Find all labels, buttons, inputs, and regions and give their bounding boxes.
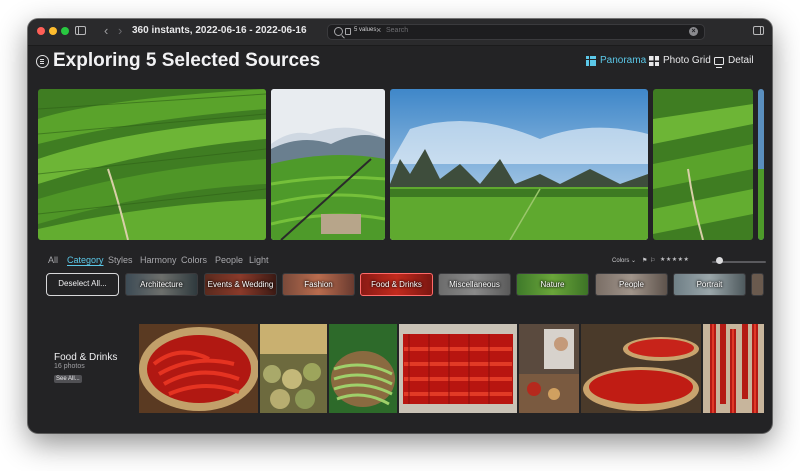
flag-icon[interactable]: ⚑ — [642, 257, 647, 264]
chip-architecture[interactable]: Architecture — [125, 273, 198, 296]
see-all-button[interactable]: See All... — [54, 375, 82, 383]
close-window-button[interactable] — [37, 27, 45, 35]
app-window: ‹ › 360 instants, 2022-06-16 - 2022-06-1… — [28, 19, 772, 433]
filter-tab-people[interactable]: People — [215, 255, 243, 265]
panorama-photo-terraces-2[interactable] — [271, 89, 385, 240]
photo-market-vendor[interactable] — [519, 324, 579, 413]
chevron-down-icon: ⌄ — [631, 258, 637, 264]
colors-dropdown-label: Colors — [612, 258, 630, 264]
minimize-window-button[interactable] — [49, 27, 57, 35]
window-title: 360 instants, 2022-06-16 - 2022-06-16 — [132, 25, 307, 36]
view-panorama-label: Panorama — [600, 55, 647, 66]
group-title: Food & Drinks — [54, 352, 118, 363]
filter-tab-colors[interactable]: Colors — [181, 255, 207, 265]
photo-green-beans[interactable] — [329, 324, 397, 413]
menu-icon[interactable] — [36, 55, 49, 68]
chip-partial[interactable] — [751, 273, 764, 296]
clear-search-icon[interactable]: × — [689, 27, 698, 36]
chip-miscellaneous[interactable]: Miscellaneous — [438, 273, 511, 296]
photo-chili-tray[interactable] — [399, 324, 517, 413]
rating-stars[interactable]: ★★★★★ — [660, 256, 689, 263]
panorama-photo-terraces-1[interactable] — [38, 89, 266, 240]
sidebar-toggle-icon[interactable] — [75, 26, 86, 35]
chip-label: Events & Wedding — [207, 280, 274, 289]
title-bar: ‹ › 360 instants, 2022-06-16 - 2022-06-1… — [28, 19, 772, 46]
chip-label: Fashion — [304, 280, 333, 289]
chip-nature[interactable]: Nature — [516, 273, 589, 296]
photo-chili-baskets[interactable] — [581, 324, 701, 413]
chip-label: Portrait — [696, 280, 723, 289]
reject-flag-icon[interactable]: ⚐ — [650, 257, 655, 264]
chip-label: People — [619, 280, 644, 289]
search-icon — [334, 27, 343, 36]
photo-fruit-market[interactable] — [260, 324, 327, 413]
filter-tab-harmony[interactable]: Harmony — [140, 255, 177, 265]
panorama-photo-partial[interactable] — [758, 89, 764, 240]
chip-fashion[interactable]: Fashion — [282, 273, 355, 296]
page-title: Exploring 5 Selected Sources — [53, 50, 321, 71]
chip-portrait[interactable]: Portrait — [673, 273, 746, 296]
filter-tab-light[interactable]: Light — [249, 255, 269, 265]
filter-tab-category[interactable]: Category — [67, 255, 104, 265]
source-token-icon — [345, 28, 351, 35]
panorama-icon — [586, 56, 596, 66]
zoom-window-button[interactable] — [61, 27, 69, 35]
chip-label: Nature — [540, 280, 565, 289]
chip-food-drinks[interactable]: Food & Drinks — [360, 273, 433, 296]
view-photo-grid-label: Photo Grid — [663, 55, 711, 66]
panorama-photo-karst-field[interactable] — [390, 89, 648, 240]
photo-hanging-chilies[interactable] — [703, 324, 764, 413]
remove-token-icon[interactable]: × — [376, 25, 381, 35]
back-chevron-icon[interactable]: ‹ — [104, 23, 108, 39]
search-bar[interactable]: 5 values × Search × — [327, 24, 705, 40]
search-input-placeholder[interactable]: Search — [386, 27, 408, 34]
forward-chevron-icon[interactable]: › — [118, 23, 122, 39]
inspector-toggle-icon[interactable] — [753, 26, 764, 35]
chip-people[interactable]: People — [595, 273, 668, 296]
chip-label: Architecture — [140, 280, 183, 289]
group-count: 16 photos — [54, 363, 85, 370]
chip-events-wedding[interactable]: Events & Wedding — [204, 273, 277, 296]
view-detail-label: Detail — [728, 55, 754, 66]
filter-tab-styles[interactable]: Styles — [108, 255, 133, 265]
deselect-all-button[interactable]: Deselect All... — [46, 273, 119, 296]
panorama-photo-terraces-3[interactable] — [653, 89, 753, 240]
chip-label: Food & Drinks — [371, 280, 422, 289]
photo-red-chili-basket[interactable] — [139, 324, 258, 413]
detail-icon — [714, 57, 724, 68]
slider-thumb[interactable] — [716, 257, 723, 264]
chip-label: Miscellaneous — [449, 280, 500, 289]
colors-dropdown[interactable]: Colors ⌄ — [612, 257, 636, 264]
grid-icon — [649, 56, 659, 66]
filter-tab-all[interactable]: All — [48, 255, 58, 265]
search-token-label[interactable]: 5 values — [354, 27, 376, 33]
